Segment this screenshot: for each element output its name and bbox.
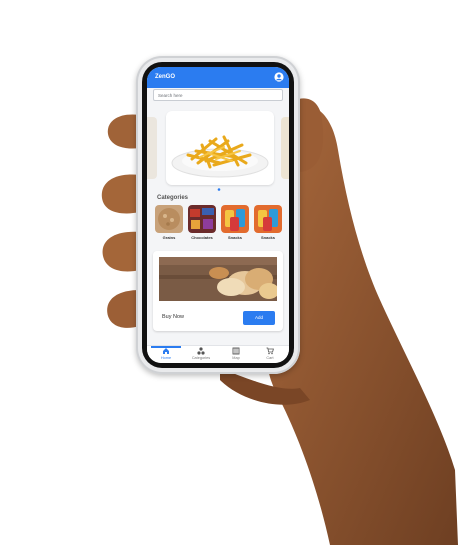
snacks-thumbnail xyxy=(254,205,282,233)
nav-label: Categories xyxy=(191,356,211,360)
category-item[interactable]: Snacks xyxy=(219,205,251,240)
buy-now-label: Buy Now xyxy=(162,314,185,320)
carousel-indicator xyxy=(217,188,221,191)
category-item[interactable]: Grains xyxy=(153,205,185,240)
category-label: Snacks xyxy=(227,235,242,240)
app-bar: ZenGO xyxy=(147,67,289,88)
bottom-navigation: Home Categories Map Cart xyxy=(147,345,289,363)
category-item[interactable]: Chocolates xyxy=(186,205,218,240)
nav-categories[interactable]: Categories xyxy=(184,347,218,360)
scene: ZenGO Search here Categories Grains Choc… xyxy=(0,0,458,545)
category-label: Snacks xyxy=(260,235,275,240)
account-icon[interactable] xyxy=(274,72,284,82)
map-icon xyxy=(232,347,240,355)
nav-label: Cart xyxy=(266,356,274,360)
nav-label: Map xyxy=(232,356,240,360)
categories-heading: Categories xyxy=(157,195,189,201)
app-title: ZenGO xyxy=(155,74,176,80)
snacks-thumbnail xyxy=(221,205,249,233)
category-label: Chocolates xyxy=(191,235,213,240)
image-carousel[interactable] xyxy=(147,111,289,191)
nav-home[interactable]: Home xyxy=(149,347,183,360)
nav-label: Home xyxy=(160,356,172,360)
category-item[interactable]: Snacks xyxy=(252,205,284,240)
home-icon xyxy=(163,348,169,354)
nav-map[interactable]: Map xyxy=(219,347,253,360)
cart-icon xyxy=(266,347,274,355)
categories-list: Grains Chocolates Snacks Snacks xyxy=(147,205,289,245)
product-card: Buy Now Add xyxy=(153,251,283,331)
bread-image xyxy=(159,257,277,301)
search-placeholder: Search here xyxy=(158,93,183,98)
grains-thumbnail xyxy=(155,205,183,233)
search-input[interactable]: Search here xyxy=(153,89,283,101)
nav-cart[interactable]: Cart xyxy=(253,347,287,360)
phone-screen: ZenGO Search here Categories Grains Choc… xyxy=(147,67,289,363)
categories-icon xyxy=(197,347,205,355)
carousel-slide-fries[interactable] xyxy=(166,111,274,185)
category-label: Grains xyxy=(162,235,176,240)
carousel-next-slide[interactable] xyxy=(281,117,289,179)
fries-image xyxy=(171,135,269,178)
carousel-prev-slide[interactable] xyxy=(147,117,157,179)
chocolates-thumbnail xyxy=(188,205,216,233)
add-button[interactable]: Add xyxy=(243,311,275,325)
